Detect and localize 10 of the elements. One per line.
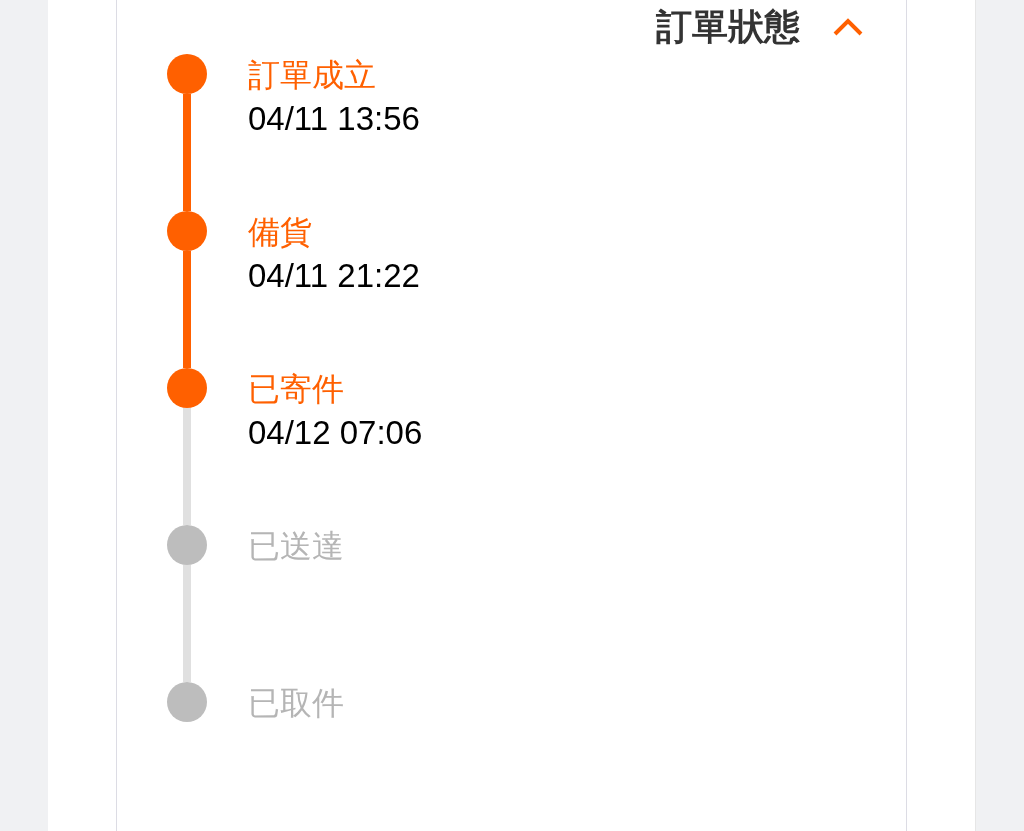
chevron-icon: [832, 17, 864, 37]
step-label: 訂單成立: [248, 56, 377, 95]
step-label: 已送達: [248, 527, 344, 566]
step-label: 已取件: [248, 684, 344, 723]
step-label: 已寄件: [248, 370, 345, 409]
step-time: 04/12 07:06: [248, 413, 423, 453]
step-time: 04/11 21:22: [248, 256, 420, 296]
order-status-title: 訂單狀態: [656, 5, 800, 49]
step-label: 備貨: [248, 213, 313, 252]
step-time: 04/11 13:56: [248, 99, 420, 139]
